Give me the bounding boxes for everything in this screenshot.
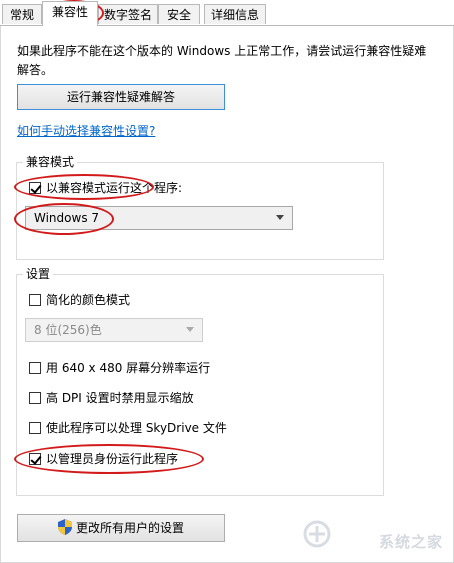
skydrive-checkbox[interactable] bbox=[29, 422, 41, 434]
color-depth-select: 8 位(256)色 bbox=[25, 318, 203, 342]
reduced-color-checkbox[interactable] bbox=[29, 294, 41, 306]
skydrive-row[interactable]: 使此程序可以处理 SkyDrive 文件 bbox=[29, 420, 227, 436]
tab-digital-signature[interactable]: 数字签名 bbox=[98, 4, 158, 24]
run-in-compat-label: 以兼容模式运行这个程序: bbox=[46, 181, 183, 195]
res-640-label: 用 640 x 480 屏幕分辨率运行 bbox=[46, 361, 211, 375]
run-in-compat-checkbox[interactable] bbox=[29, 182, 41, 194]
all-users-button[interactable]: 更改所有用户的设置 bbox=[17, 514, 225, 542]
tab-strip: 常规 兼容性 数字签名 安全 详细信息 bbox=[0, 0, 454, 26]
res-640-row[interactable]: 用 640 x 480 屏幕分辨率运行 bbox=[29, 360, 210, 376]
color-depth-value: 8 位(256)色 bbox=[34, 323, 102, 337]
run-in-compat-row[interactable]: 以兼容模式运行这个程序: bbox=[29, 180, 182, 196]
reduced-color-row[interactable]: 简化的颜色模式 bbox=[29, 292, 130, 308]
manual-settings-link[interactable]: 如何手动选择兼容性设置? bbox=[17, 122, 155, 139]
description-text: 如果此程序不能在这个版本的 Windows 上正常工作，请尝试运行兼容性疑难解答… bbox=[17, 44, 427, 77]
tab-details[interactable]: 详细信息 bbox=[204, 4, 266, 24]
all-users-label: 更改所有用户的设置 bbox=[75, 521, 184, 535]
compatibility-page: 如果此程序不能在这个版本的 Windows 上正常工作，请尝试运行兼容性疑难解答… bbox=[0, 26, 454, 563]
admin-row[interactable]: 以管理员身份运行此程序 bbox=[29, 451, 178, 467]
res-640-checkbox[interactable] bbox=[29, 362, 41, 374]
tab-compatibility[interactable]: 兼容性 bbox=[42, 1, 98, 26]
dpi-row[interactable]: 高 DPI 设置时禁用显示缩放 bbox=[29, 390, 194, 406]
skydrive-label: 使此程序可以处理 SkyDrive 文件 bbox=[46, 421, 227, 435]
os-version-value: Windows 7 bbox=[34, 211, 100, 225]
dpi-label: 高 DPI 设置时禁用显示缩放 bbox=[46, 391, 194, 405]
tab-general[interactable]: 常规 bbox=[2, 4, 42, 24]
uac-shield-icon bbox=[57, 519, 72, 535]
watermark-text: 系统之家 bbox=[378, 533, 443, 551]
troubleshoot-button[interactable]: 运行兼容性疑难解答 bbox=[17, 84, 225, 110]
settings-group-label: 设置 bbox=[23, 267, 54, 281]
admin-checkbox[interactable] bbox=[29, 453, 41, 465]
reduced-color-label: 简化的颜色模式 bbox=[46, 293, 131, 307]
compat-mode-group-label: 兼容模式 bbox=[23, 155, 78, 169]
watermark-logo-icon bbox=[303, 520, 331, 548]
chevron-down-icon bbox=[186, 327, 194, 332]
admin-label: 以管理员身份运行此程序 bbox=[46, 452, 179, 466]
tab-security[interactable]: 安全 bbox=[158, 4, 200, 24]
chevron-down-icon bbox=[276, 215, 284, 220]
os-version-select[interactable]: Windows 7 bbox=[25, 206, 293, 230]
dpi-checkbox[interactable] bbox=[29, 392, 41, 404]
